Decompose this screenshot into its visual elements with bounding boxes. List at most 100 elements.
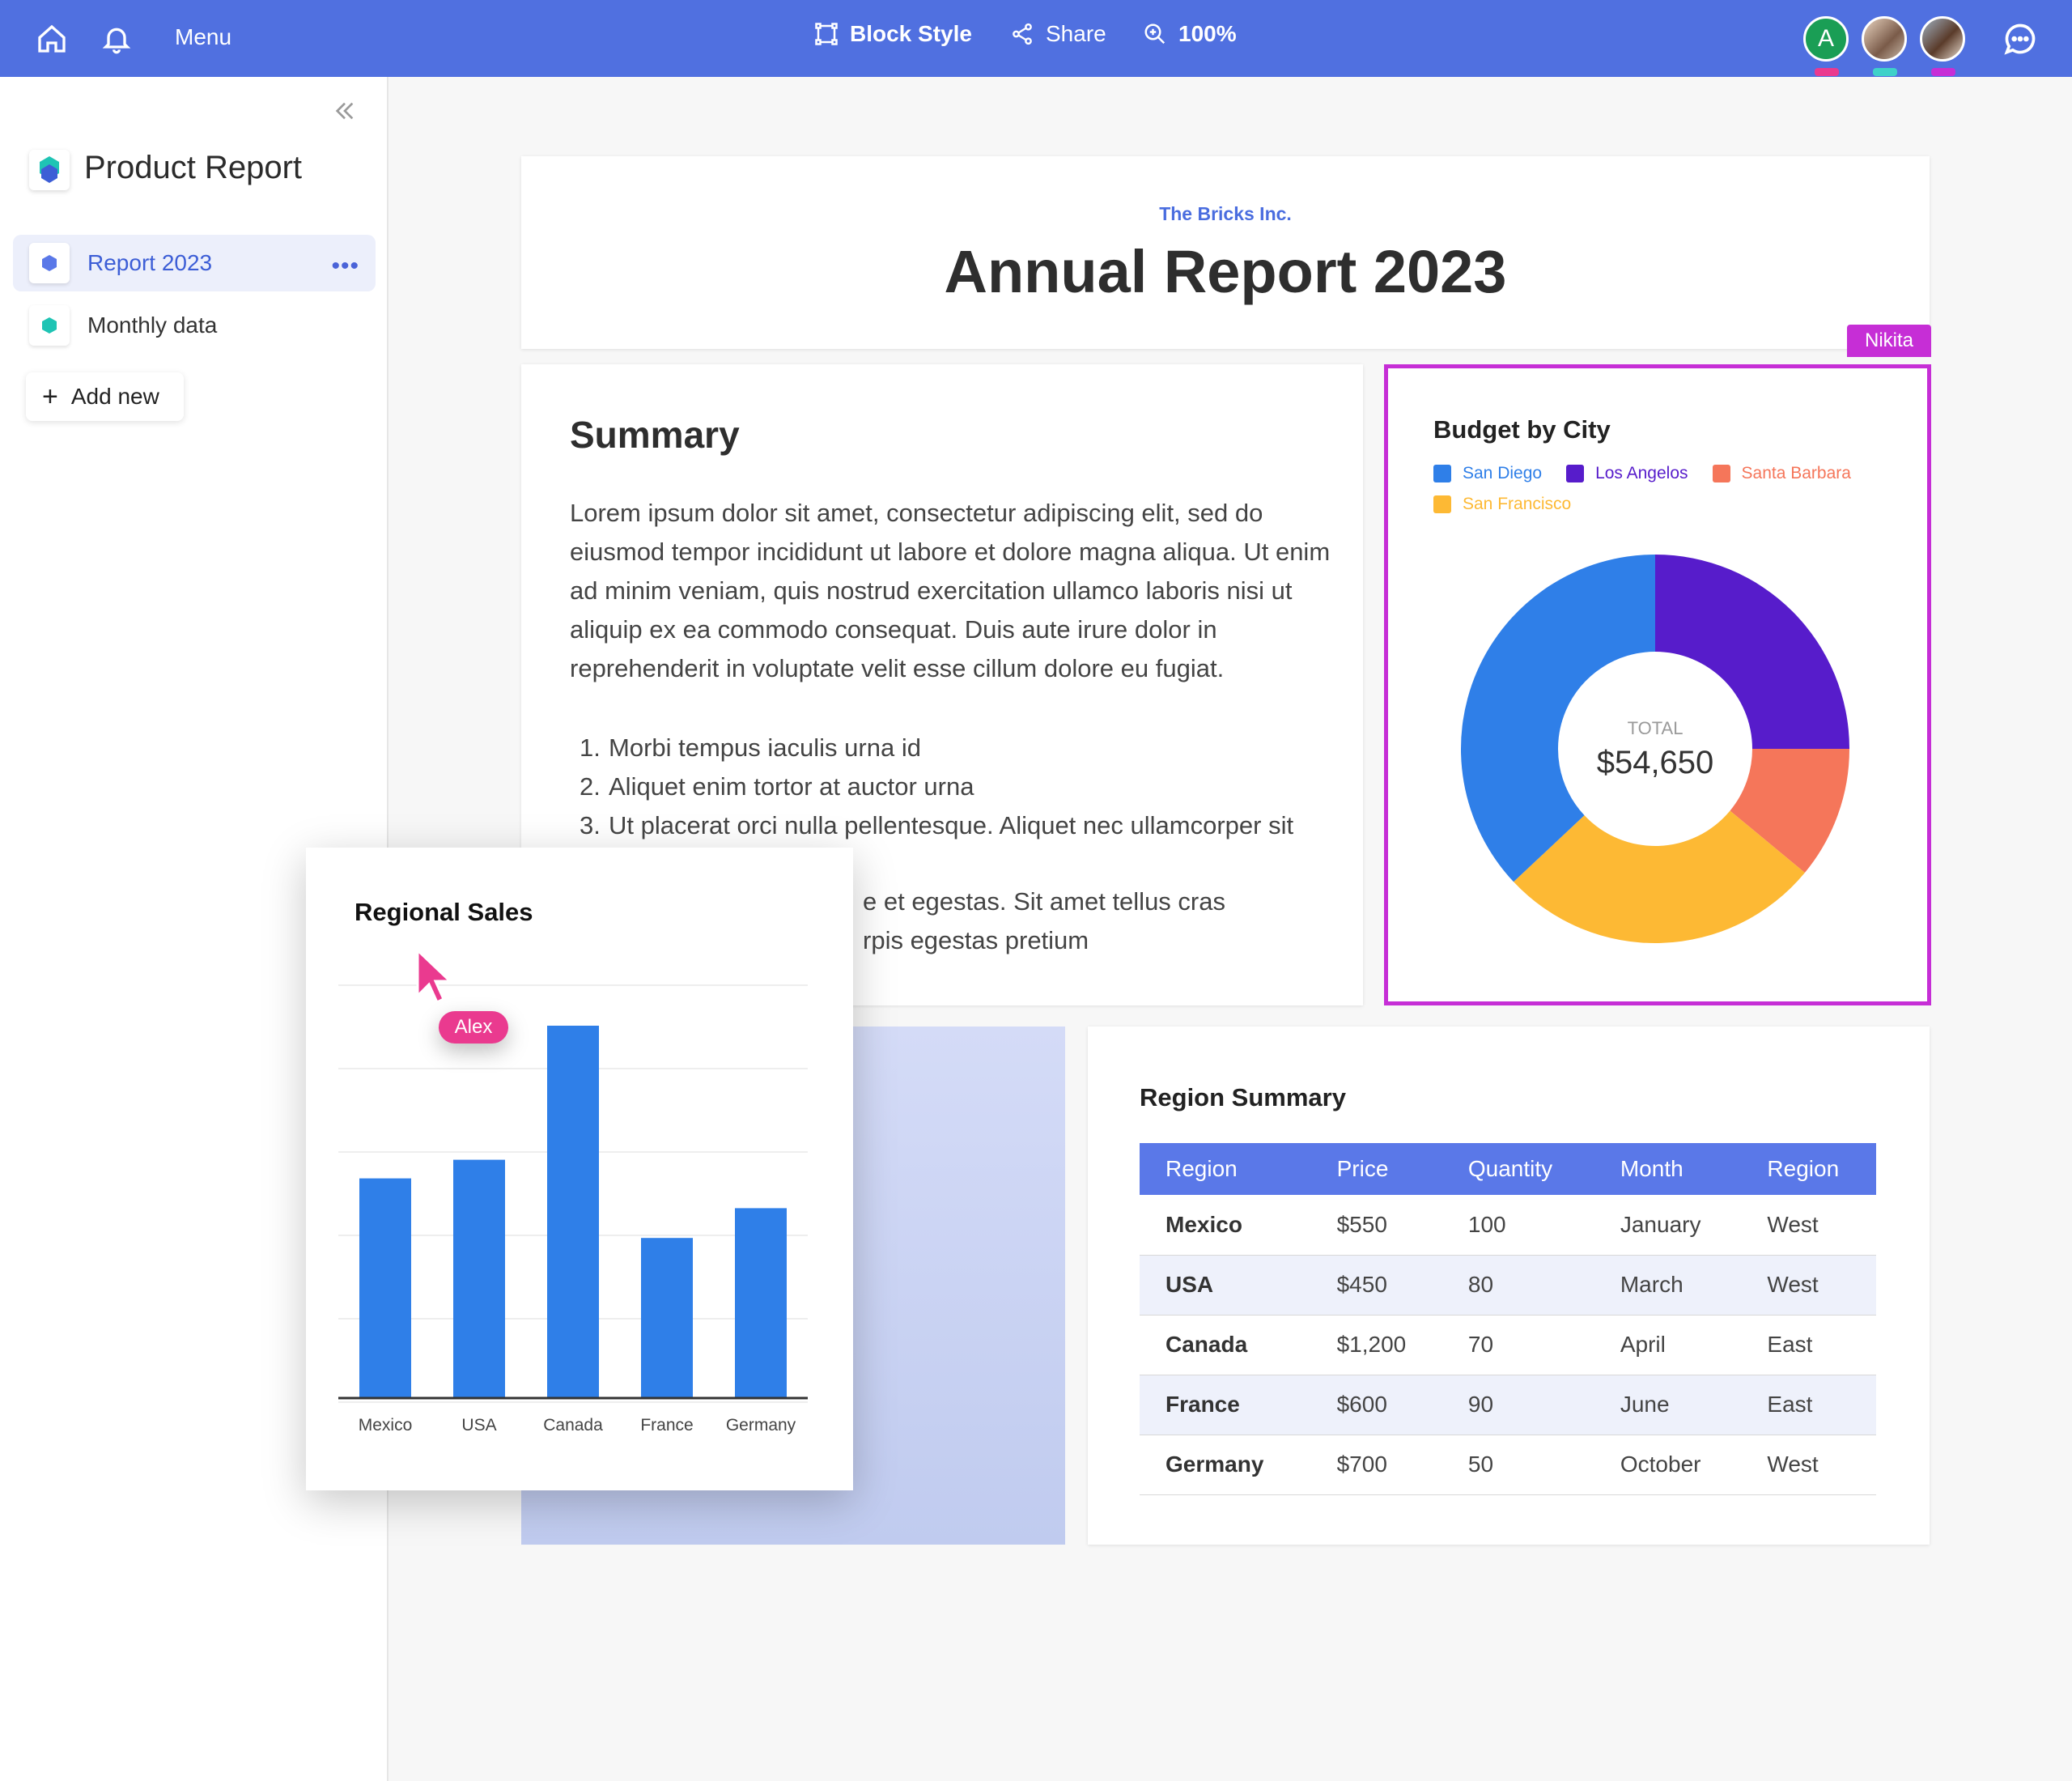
more-options-icon[interactable]: ••• xyxy=(331,253,359,280)
bar-germany[interactable] xyxy=(735,1208,787,1398)
legend-swatch xyxy=(1433,465,1451,482)
legend-swatch xyxy=(1712,465,1730,482)
table-cell: 50 xyxy=(1441,1435,1594,1495)
zoom-level: 100% xyxy=(1178,21,1237,46)
avatar-indicator xyxy=(1815,68,1839,76)
x-tick-label: Germany xyxy=(726,1416,796,1435)
column-header: Region xyxy=(1741,1143,1876,1195)
table-cell: West xyxy=(1741,1435,1876,1495)
column-header: Region xyxy=(1140,1143,1311,1195)
project-title: Product Report xyxy=(84,150,303,185)
home-icon[interactable] xyxy=(36,23,68,55)
list-number: 1. xyxy=(580,733,601,762)
x-tick-label: Canada xyxy=(543,1416,603,1435)
sidebar-item-monthly-data[interactable]: Monthly data xyxy=(13,297,376,354)
chat-icon[interactable] xyxy=(2002,21,2038,57)
bar-canada[interactable] xyxy=(547,1026,599,1398)
chart-title: Budget by City xyxy=(1433,415,1611,444)
total-value: $54,650 xyxy=(1597,745,1714,780)
menu-button[interactable]: Menu xyxy=(175,24,231,50)
partial-line: e et egestas. Sit amet tellus cras xyxy=(863,887,1225,916)
company-name: The Bricks Inc. xyxy=(1159,203,1292,224)
list-number: 2. xyxy=(580,772,601,801)
avatar[interactable] xyxy=(1862,16,1907,62)
table-cell: 80 xyxy=(1441,1255,1594,1316)
list-item: 3. Ut placerat orci nulla pellentesque. A… xyxy=(570,806,1293,845)
table-cell: 70 xyxy=(1441,1315,1594,1375)
table-cell: $550 xyxy=(1310,1195,1442,1256)
bar-france[interactable] xyxy=(641,1238,693,1398)
bar-usa[interactable] xyxy=(453,1159,505,1398)
table-cell: $700 xyxy=(1310,1435,1442,1495)
plus-icon: + xyxy=(42,380,58,412)
table-cell: June xyxy=(1594,1375,1742,1435)
block-style-button[interactable]: Block Style xyxy=(814,21,972,47)
column-header: Price xyxy=(1310,1143,1442,1195)
sidebar-item-label: Report 2023 xyxy=(87,250,213,275)
total-label: TOTAL xyxy=(1628,718,1684,738)
summary-list: 1. Morbi tempus iaculis urna id 2. Aliquet… xyxy=(570,729,1293,845)
legend-item[interactable]: San Diego xyxy=(1433,464,1542,483)
page-title: Annual Report 2023 xyxy=(944,238,1507,305)
legend-label: Los Angelos xyxy=(1595,464,1688,482)
table-header-row: Region Price Quantity Month Region xyxy=(1140,1143,1876,1195)
legend-label: San Francisco xyxy=(1463,495,1572,513)
list-item: 2. Aliquet enim tortor at auctor urna xyxy=(570,767,1293,806)
legend-item[interactable]: San Francisco xyxy=(1433,495,1571,514)
chart-legend: San Diego Los Angelos Santa Barbara San Fra… xyxy=(1433,464,1919,525)
table-cell: Germany xyxy=(1140,1435,1311,1495)
avatar[interactable] xyxy=(1920,16,1965,62)
sidebar-item-report-2023[interactable]: Report 2023 ••• xyxy=(13,235,376,291)
avatar[interactable]: A xyxy=(1803,16,1849,62)
table-cell: January xyxy=(1594,1195,1742,1256)
avatar-indicator xyxy=(1931,68,1955,76)
list-text: Morbi tempus iaculis urna id xyxy=(609,733,921,762)
x-tick-label: USA xyxy=(461,1416,496,1435)
table-cell: West xyxy=(1741,1195,1876,1256)
column-header: Quantity xyxy=(1441,1143,1594,1195)
table-row: Germany $700 50 October West xyxy=(1140,1435,1876,1495)
table-cell: 100 xyxy=(1441,1195,1594,1256)
donut-slice-san-diego[interactable] xyxy=(1461,555,1655,882)
column-header: Month xyxy=(1594,1143,1742,1195)
table-cell: East xyxy=(1741,1315,1876,1375)
list-text: Ut placerat orci nulla pellentesque. Ali… xyxy=(609,811,1294,839)
zoom-in-icon xyxy=(1144,23,1166,45)
table-cell: $450 xyxy=(1310,1255,1442,1316)
budget-chart-card[interactable]: Budget by City San Diego Los Angelos Santa… xyxy=(1384,364,1931,1005)
bell-icon[interactable] xyxy=(100,23,133,55)
hexagon-teal-icon xyxy=(29,305,70,346)
hexagon-blue-icon xyxy=(29,243,70,283)
share-icon xyxy=(1013,23,1032,45)
legend-swatch xyxy=(1566,465,1585,482)
report-header-card[interactable]: The Bricks Inc. Annual Report 2023 xyxy=(521,156,1930,349)
donut-slice-los-angelos[interactable] xyxy=(1655,555,1849,749)
collapse-sidebar-icon[interactable] xyxy=(332,98,358,124)
share-button[interactable]: Share xyxy=(1010,21,1106,47)
block-style-label: Block Style xyxy=(850,21,972,46)
bar-mexico[interactable] xyxy=(359,1178,411,1398)
summary-heading: Summary xyxy=(570,414,740,456)
add-new-button[interactable]: + Add new xyxy=(26,372,184,421)
add-new-label: Add new xyxy=(70,384,159,409)
table-cell: $600 xyxy=(1310,1375,1442,1435)
table-row: USA $450 80 March West xyxy=(1140,1255,1876,1316)
table-row: France $600 90 June East xyxy=(1140,1375,1876,1435)
region-summary-card[interactable]: Region Summary Region Price Quantity Mon… xyxy=(1088,1027,1930,1545)
donut-chart: TOTAL $54,650 xyxy=(1461,555,1849,943)
table-cell: Mexico xyxy=(1140,1195,1311,1256)
legend-item[interactable]: Santa Barbara xyxy=(1712,464,1851,483)
zoom-control[interactable]: 100% xyxy=(1143,21,1237,47)
summary-partial-text: e et egestas. Sit amet tellus cras rpis … xyxy=(863,882,1225,960)
table-cell: West xyxy=(1741,1255,1876,1316)
collaborator-tag-nikita: Nikita xyxy=(1847,325,1931,357)
top-toolbar: Menu Block Style Share 100% A xyxy=(0,0,2072,77)
table-cell: East xyxy=(1741,1375,1876,1435)
regional-sales-card[interactable]: Regional Sales Mexico USA Canada France Germ… xyxy=(306,848,853,1490)
legend-item[interactable]: Los Angelos xyxy=(1566,464,1688,483)
sidebar-item-label: Monthly data xyxy=(87,312,218,338)
project-logo xyxy=(29,150,70,190)
region-summary-table: Region Price Quantity Month Region Mexic… xyxy=(1140,1143,1876,1495)
avatar-indicator xyxy=(1873,68,1897,76)
bar-chart: Mexico USA Canada France Germany xyxy=(338,984,808,1435)
